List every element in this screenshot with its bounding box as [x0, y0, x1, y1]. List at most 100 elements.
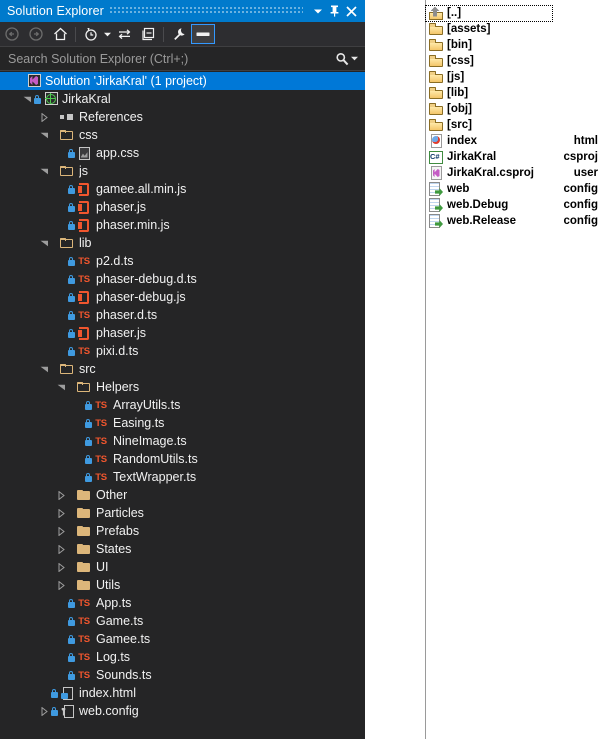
expand-chevron-icon[interactable] — [38, 702, 51, 720]
file-list-row[interactable]: JirkaKral.csproj user — [426, 165, 604, 181]
expand-chevron-icon[interactable] — [55, 522, 68, 540]
collapse-chevron-icon[interactable] — [38, 360, 51, 378]
file-list-row[interactable]: [css] — [426, 53, 604, 69]
tree-item-phaser-debug-js[interactable]: phaser-debug.js — [0, 288, 365, 306]
search-bar[interactable]: Search Solution Explorer (Ctrl+;) — [0, 46, 365, 71]
tree-item-log-ts[interactable]: TS Log.ts — [0, 648, 365, 666]
tree-item-references[interactable]: References — [0, 108, 365, 126]
back-button[interactable] — [0, 23, 24, 45]
tree-item-p2-d-ts[interactable]: TS p2.d.ts — [0, 252, 365, 270]
file-name-cell[interactable]: [assets] — [426, 22, 552, 37]
tree-item-game-ts[interactable]: TS Game.ts — [0, 612, 365, 630]
expand-chevron-icon[interactable] — [55, 540, 68, 558]
expand-chevron-icon[interactable] — [55, 486, 68, 504]
file-name-cell[interactable]: [..] — [425, 4, 553, 22]
tree-item-lib[interactable]: lib — [0, 234, 365, 252]
tree-item-src[interactable]: src — [0, 360, 365, 378]
file-name-cell[interactable]: [css] — [426, 54, 552, 69]
tree-item-other[interactable]: Other — [0, 486, 365, 504]
collapse-chevron-icon[interactable] — [38, 126, 51, 144]
expand-chevron-icon[interactable] — [38, 108, 51, 126]
file-list-row[interactable]: [..] — [425, 4, 604, 22]
pin-icon[interactable] — [326, 0, 343, 22]
file-name-cell[interactable]: [src] — [426, 118, 552, 133]
tree-item-label: App.ts — [96, 596, 132, 610]
pending-changes-button[interactable] — [79, 23, 103, 45]
tree-item-solution-jirkakral-1-project[interactable]: Solution 'JirkaKral' (1 project) — [0, 72, 365, 90]
tree-item-states[interactable]: States — [0, 540, 365, 558]
solution-tree[interactable]: Solution 'JirkaKral' (1 project) JirkaKra… — [0, 72, 365, 739]
tree-item-phaser-debug-d-ts[interactable]: TS phaser-debug.d.ts — [0, 270, 365, 288]
tree-item-phaser-js[interactable]: phaser.js — [0, 198, 365, 216]
tree-item-js[interactable]: js — [0, 162, 365, 180]
file-extension-label: config — [563, 183, 599, 195]
collapse-chevron-icon[interactable] — [21, 90, 34, 108]
window-menu-dropdown[interactable] — [309, 0, 326, 22]
tree-item-gamee-ts[interactable]: TS Gamee.ts — [0, 630, 365, 648]
tree-item-prefabs[interactable]: Prefabs — [0, 522, 365, 540]
close-icon[interactable] — [343, 0, 360, 22]
tree-item-app-css[interactable]: app.css — [0, 144, 365, 162]
tree-item-helpers[interactable]: Helpers — [0, 378, 365, 396]
file-name-cell[interactable]: web.Release — [426, 214, 552, 229]
titlebar-drag-handle[interactable] — [109, 0, 304, 22]
expand-chevron-icon[interactable] — [55, 576, 68, 594]
tree-item-css[interactable]: css — [0, 126, 365, 144]
tree-item-randomutils-ts[interactable]: TS RandomUtils.ts — [0, 450, 365, 468]
collapse-chevron-icon[interactable] — [38, 162, 51, 180]
home-button[interactable] — [48, 23, 72, 45]
file-name-cell[interactable]: [obj] — [426, 102, 552, 117]
file-list-row[interactable]: web.Debug config — [426, 197, 604, 213]
tree-item-utils[interactable]: Utils — [0, 576, 365, 594]
file-name-cell[interactable]: [lib] — [426, 86, 552, 101]
tree-item-pixi-d-ts[interactable]: TS pixi.d.ts — [0, 342, 365, 360]
file-list-row[interactable]: [js] — [426, 69, 604, 85]
collapse-chevron-icon[interactable] — [55, 378, 68, 396]
tree-item-ui[interactable]: UI — [0, 558, 365, 576]
tree-item-gamee-all-min-js[interactable]: gamee.all.min.js — [0, 180, 365, 198]
file-list-row[interactable]: [bin] — [426, 37, 604, 53]
file-name-cell[interactable]: JirkaKral.csproj — [426, 166, 574, 181]
search-icon[interactable] — [335, 52, 351, 66]
search-input[interactable]: Search Solution Explorer (Ctrl+;) — [0, 52, 335, 66]
tree-item-app-ts[interactable]: TS App.ts — [0, 594, 365, 612]
tree-item-phaser-d-ts[interactable]: TS phaser.d.ts — [0, 306, 365, 324]
file-name-cell[interactable]: [js] — [426, 70, 552, 85]
file-list-row[interactable]: web.Release config — [426, 213, 604, 229]
file-list[interactable]: [..] [assets] [bin] [css] [js] [lib] [obj] [src… — [425, 4, 604, 229]
file-list-row[interactable]: JirkaKral csproj — [426, 149, 604, 165]
tree-item-phaser-js[interactable]: phaser.js — [0, 324, 365, 342]
file-name-cell[interactable]: web.Debug — [426, 198, 552, 213]
lock-icon — [68, 634, 75, 644]
tree-item-easing-ts[interactable]: TS Easing.ts — [0, 414, 365, 432]
file-list-row[interactable]: [lib] — [426, 85, 604, 101]
file-name-cell[interactable]: JirkaKral — [426, 150, 552, 165]
file-list-row[interactable]: [assets] — [426, 21, 604, 37]
tree-item-phaser-min-js[interactable]: phaser.min.js — [0, 216, 365, 234]
tree-item-nineimage-ts[interactable]: TS NineImage.ts — [0, 432, 365, 450]
file-name-cell[interactable]: [bin] — [426, 38, 552, 53]
sync-with-active-document-button[interactable] — [112, 23, 136, 45]
tree-item-web-config[interactable]: web.config — [0, 702, 365, 720]
file-list-row[interactable]: [src] — [426, 117, 604, 133]
collapse-chevron-icon[interactable] — [38, 234, 51, 252]
pending-changes-dropdown[interactable] — [103, 23, 112, 45]
tree-item-sounds-ts[interactable]: TS Sounds.ts — [0, 666, 365, 684]
file-name-cell[interactable]: web — [426, 182, 552, 197]
tree-item-particles[interactable]: Particles — [0, 504, 365, 522]
properties-button[interactable] — [167, 23, 191, 45]
expand-chevron-icon[interactable] — [55, 558, 68, 576]
tree-item-arrayutils-ts[interactable]: TS ArrayUtils.ts — [0, 396, 365, 414]
tree-item-textwrapper-ts[interactable]: TS TextWrapper.ts — [0, 468, 365, 486]
tree-item-jirkakral[interactable]: JirkaKral — [0, 90, 365, 108]
search-options-dropdown[interactable] — [351, 55, 365, 63]
expand-chevron-icon[interactable] — [55, 504, 68, 522]
file-list-row[interactable]: web config — [426, 181, 604, 197]
file-name-cell[interactable]: index — [426, 134, 552, 149]
file-list-row[interactable]: [obj] — [426, 101, 604, 117]
file-list-row[interactable]: index html — [426, 133, 604, 149]
preview-selected-items-button[interactable] — [191, 24, 215, 44]
forward-button[interactable] — [24, 23, 48, 45]
tree-item-index-html[interactable]: index.html — [0, 684, 365, 702]
collapse-all-button[interactable] — [136, 23, 160, 45]
